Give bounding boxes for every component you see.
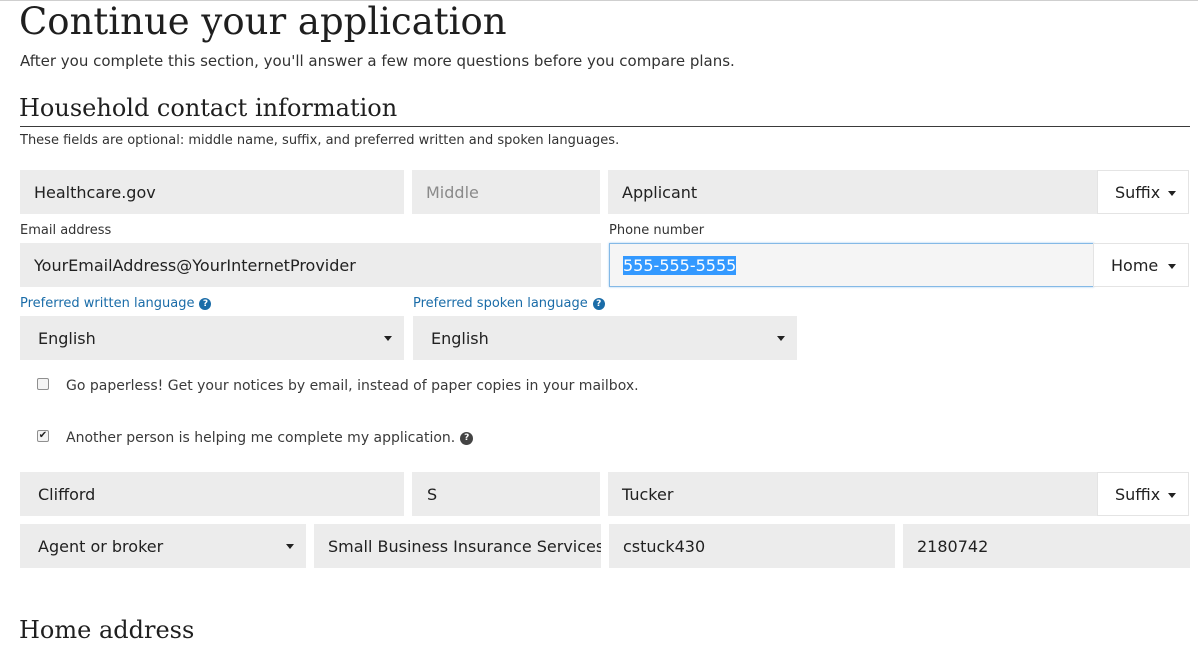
phone-input-value: 555-555-5555	[623, 255, 737, 275]
helper-id-input[interactable]: cstuck430	[609, 524, 895, 568]
helper-npn-input[interactable]: 2180742	[903, 524, 1190, 568]
phone-type-value: Home	[1111, 255, 1159, 275]
suffix-select-value: Suffix	[1115, 182, 1161, 202]
suffix-select[interactable]: Suffix	[1097, 170, 1189, 214]
paperless-checkbox[interactable]	[37, 378, 49, 390]
chevron-down-icon	[1168, 191, 1176, 196]
helper-first-name-input[interactable]: Clifford	[20, 472, 404, 516]
email-input[interactable]: YourEmailAddress@YourInternetProvider	[20, 243, 601, 287]
helper-checkbox[interactable]: ✔	[37, 430, 49, 442]
helper-label: Another person is helping me complete my…	[66, 428, 474, 448]
help-icon[interactable]: ?	[460, 431, 474, 445]
paperless-label: Go paperless! Get your notices by email,…	[66, 378, 639, 394]
phone-input[interactable]: 555-555-5555	[609, 243, 1094, 287]
first-name-input[interactable]: Healthcare.gov	[20, 170, 404, 214]
helper-middle-name-input[interactable]: S	[412, 472, 600, 516]
chevron-down-icon	[1168, 264, 1176, 269]
helper-role-value: Agent or broker	[38, 536, 164, 556]
checkmark-icon: ✔	[38, 430, 48, 441]
page-title: Continue your application	[19, 0, 507, 43]
written-language-label-text: Preferred written language	[20, 296, 195, 311]
chevron-down-icon	[286, 544, 294, 549]
chevron-down-icon	[384, 336, 392, 341]
helper-suffix-select[interactable]: Suffix	[1097, 472, 1189, 516]
section-divider	[20, 126, 1190, 127]
last-name-input[interactable]: Applicant	[608, 170, 1097, 214]
phone-label: Phone number	[609, 223, 705, 238]
help-icon[interactable]: ?	[592, 298, 605, 310]
help-icon[interactable]: ?	[199, 298, 212, 310]
email-label: Email address	[20, 223, 112, 238]
helper-role-select[interactable]: Agent or broker	[20, 524, 306, 568]
written-language-value: English	[38, 328, 96, 348]
section-heading-home-address: Home address	[19, 616, 195, 644]
spoken-language-select[interactable]: English	[413, 316, 797, 360]
optional-fields-note: These fields are optional: middle name, …	[20, 133, 620, 148]
chevron-down-icon	[1168, 493, 1176, 498]
helper-suffix-value: Suffix	[1115, 484, 1161, 504]
helper-organization-input[interactable]: Small Business Insurance Services I	[314, 524, 601, 568]
middle-name-input[interactable]: Middle	[412, 170, 600, 214]
spoken-language-label[interactable]: Preferred spoken language ?	[413, 295, 605, 313]
helper-last-name-input[interactable]: Tucker	[608, 472, 1097, 516]
chevron-down-icon	[777, 336, 785, 341]
helper-label-text: Another person is helping me complete my…	[66, 430, 456, 446]
written-language-select[interactable]: English	[20, 316, 404, 360]
phone-type-select[interactable]: Home	[1093, 243, 1189, 287]
written-language-label[interactable]: Preferred written language ?	[20, 295, 212, 313]
spoken-language-label-text: Preferred spoken language	[413, 296, 588, 311]
page-intro: After you complete this section, you'll …	[20, 52, 735, 70]
section-heading-contact: Household contact information	[19, 94, 398, 122]
spoken-language-value: English	[431, 328, 489, 348]
